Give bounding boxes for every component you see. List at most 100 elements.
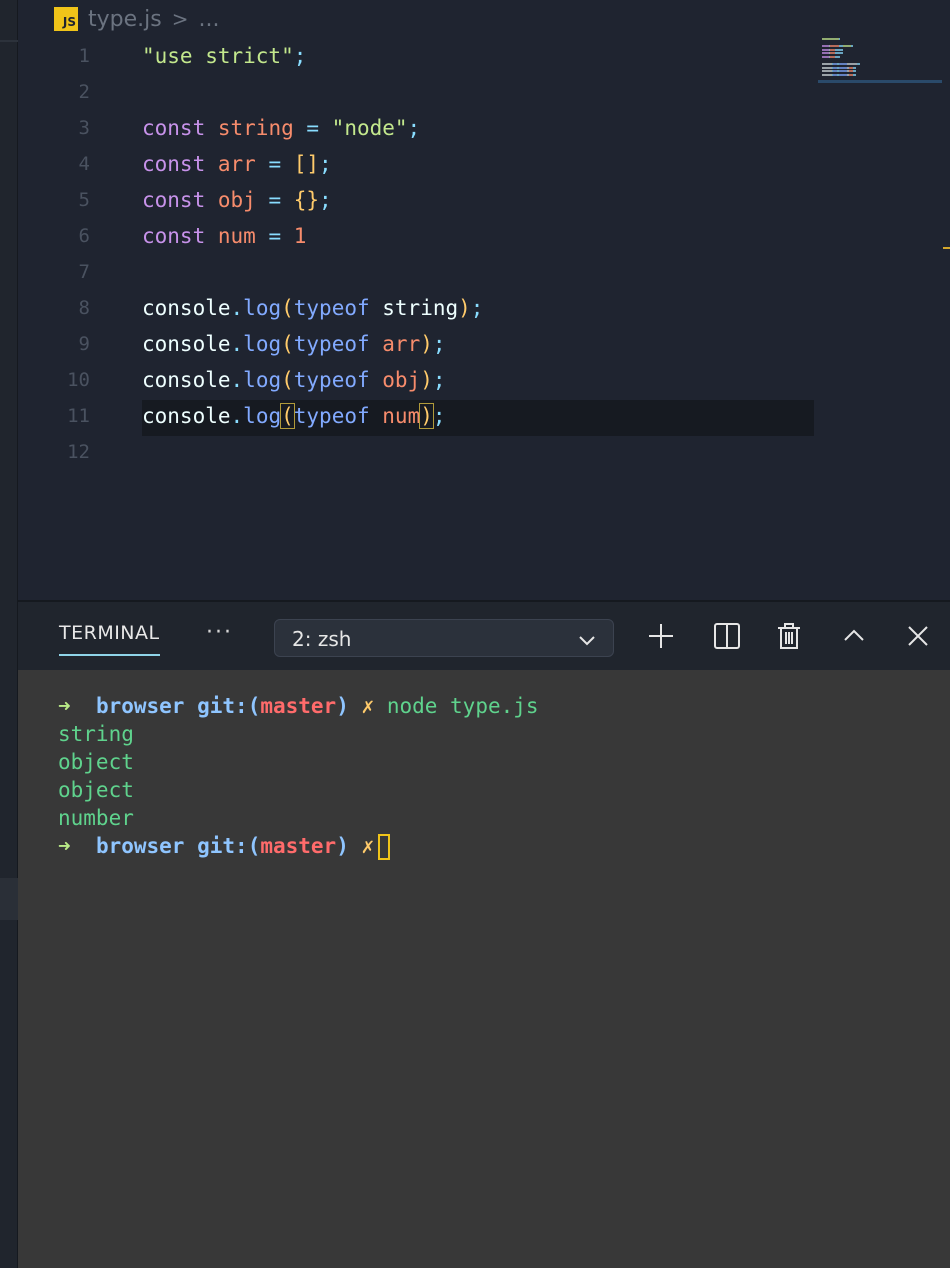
strip-mark (0, 40, 18, 42)
code-token: ; (319, 152, 332, 176)
code-line[interactable]: 5 const obj = {}; (18, 182, 818, 218)
code-line[interactable]: 7 (18, 254, 818, 290)
more-actions-button[interactable]: ··· (206, 620, 233, 645)
code-token: = (293, 116, 332, 140)
code-line[interactable]: 2 (18, 74, 818, 110)
code-token: console (142, 404, 231, 428)
code-token: typeof (293, 404, 370, 428)
code-token: ( (281, 332, 294, 356)
code-line[interactable]: 11 console.log(typeof num); (18, 398, 818, 434)
chevron-up-icon (844, 629, 864, 641)
shell-select-value: 2: zsh (292, 627, 352, 651)
terminal-command: node type.js (386, 694, 539, 718)
kill-terminal-button[interactable] (774, 620, 804, 652)
code-token: obj (217, 188, 256, 212)
code-line[interactable]: 10 console.log(typeof obj); (18, 362, 818, 398)
minimap-token (854, 66, 856, 69)
code-token: . (230, 296, 244, 320)
code-token: log (243, 332, 282, 356)
code-token: console (142, 296, 231, 320)
code-editor[interactable]: JS type.js > ... 1 "use strict"; 2 3 const s… (18, 0, 950, 600)
code-token: const (142, 188, 206, 212)
code-token: typeof (293, 368, 370, 392)
minimap-token (822, 56, 829, 58)
minimap-token (838, 56, 841, 58)
breadcrumb-file[interactable]: type.js (88, 7, 162, 32)
code-token: ( (281, 368, 294, 392)
code-text: const num = 1 (142, 218, 306, 254)
line-number: 6 (78, 225, 90, 247)
prompt-git-prefix: git:( (197, 694, 261, 718)
code-token: 1 (293, 224, 307, 248)
code-line[interactable]: 6 const num = 1 (18, 218, 818, 254)
minimap-token (851, 45, 853, 48)
code-token: {} (293, 188, 320, 212)
minimap-token (847, 63, 857, 66)
code-text: console.log(typeof obj); (142, 362, 446, 398)
minimap-token (838, 66, 848, 69)
prompt-dir: browser (95, 694, 185, 718)
breadcrumb: JS type.js > ... (54, 4, 219, 34)
minimap-token (822, 52, 829, 55)
split-icon (714, 623, 740, 649)
minimap[interactable] (818, 38, 948, 88)
breadcrumb-more[interactable]: ... (198, 7, 219, 32)
tab-terminal[interactable]: TERMINAL (59, 622, 160, 656)
terminal-output[interactable]: ➜ browser git:(master) ✗ node type.js str… (18, 670, 950, 1268)
code-text: console.log(typeof arr); (142, 326, 446, 362)
code-token: ; (432, 332, 446, 356)
terminal-prompt-line: ➜ browser git:(master) ✗ node type.js (58, 692, 950, 720)
minimap-token (858, 63, 860, 66)
code-token: const (142, 116, 206, 140)
terminal-output-line: number (58, 806, 134, 830)
code-text: const obj = {}; (142, 182, 332, 218)
line-number: 11 (67, 405, 90, 427)
code-line[interactable]: 1 "use strict"; (18, 38, 818, 74)
strip-mark (0, 878, 18, 920)
code-line[interactable]: 12 (18, 434, 818, 470)
code-token: . (230, 404, 244, 428)
code-line[interactable]: 4 const arr = []; (18, 146, 818, 182)
minimap-token (841, 48, 843, 51)
code-token: obj (382, 368, 421, 392)
shell-select[interactable]: 2: zsh (274, 619, 614, 657)
split-terminal-button[interactable] (712, 620, 742, 652)
minimap-token (822, 70, 832, 73)
code-token: ) (419, 403, 434, 429)
code-token: ) (458, 296, 471, 320)
close-panel-button[interactable] (903, 620, 933, 652)
terminal-prompt-line: ➜ browser git:(master) ✗ (58, 832, 950, 860)
code-token: ( (281, 296, 294, 320)
code-token: typeof (293, 332, 370, 356)
code-token: ; (407, 116, 421, 140)
code-text: const arr = []; (142, 146, 332, 182)
close-icon (908, 626, 928, 646)
code-token: ( (280, 403, 295, 429)
code-line[interactable]: 3 const string = "node"; (18, 110, 818, 146)
code-token: ; (470, 296, 484, 320)
new-terminal-button[interactable] (646, 620, 676, 652)
code-token: [] (293, 152, 320, 176)
code-line[interactable]: 9 console.log(typeof arr); (18, 326, 818, 362)
code-line[interactable]: 8 console.log(typeof string); (18, 290, 818, 326)
maximize-panel-button[interactable] (839, 620, 869, 652)
prompt-dirty-mark: ✗ (361, 694, 375, 718)
code-token: ) (420, 368, 433, 392)
code-token: typeof (293, 296, 370, 320)
code-text: "use strict"; (142, 38, 306, 74)
activity-strip (0, 0, 18, 1268)
minimap-token (838, 74, 848, 76)
code-token: const (142, 152, 206, 176)
chevron-down-icon (579, 636, 595, 646)
minimap-token (854, 74, 856, 76)
terminal-output-line: object (58, 750, 134, 774)
code-token: log (243, 404, 282, 428)
prompt-dirty-mark: ✗ (361, 834, 375, 858)
minimap-viewport[interactable] (818, 80, 942, 83)
code-token: "node" (331, 116, 408, 140)
prompt-git-suffix: ) (336, 694, 349, 718)
